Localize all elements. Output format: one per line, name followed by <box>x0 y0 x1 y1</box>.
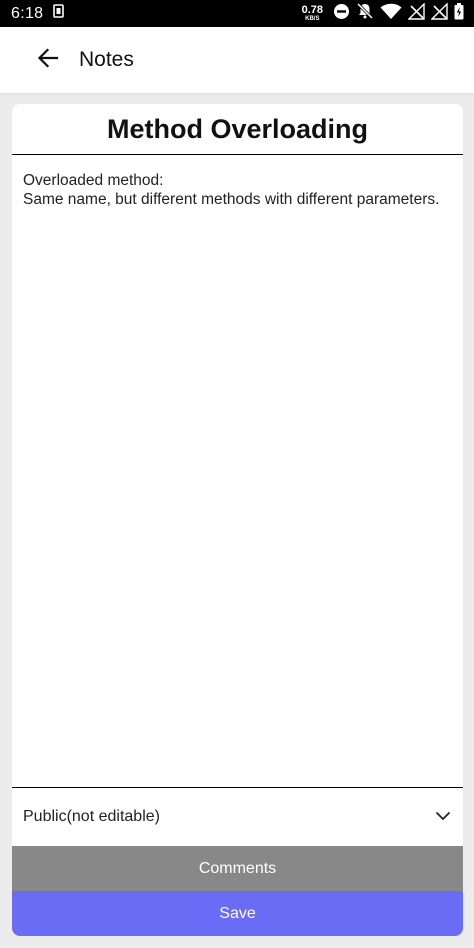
note-title[interactable]: Method Overloading <box>12 104 463 155</box>
mute-icon <box>356 2 374 25</box>
dnd-icon <box>333 3 350 25</box>
note-card: Method Overloading Overloaded method: Sa… <box>12 104 463 936</box>
battery-charging-icon <box>454 2 464 25</box>
net-speed-value: 0.78 <box>301 4 323 16</box>
visibility-dropdown[interactable]: Public(not editable) <box>12 788 463 846</box>
status-bar: 6:18 0.78 KB/S <box>0 0 474 27</box>
note-body[interactable]: Overloaded method: Same name, but differ… <box>12 155 463 788</box>
arrow-left-icon <box>37 47 59 73</box>
chevron-down-icon <box>435 808 451 826</box>
net-speed: 0.78 KB/S <box>301 4 323 23</box>
sim-icon <box>53 4 65 23</box>
back-button[interactable] <box>24 36 72 84</box>
status-left: 6:18 <box>11 4 65 23</box>
status-time: 6:18 <box>11 4 44 22</box>
status-right: 0.78 KB/S <box>301 1 464 25</box>
signal-off-icon <box>430 1 448 25</box>
app-bar: Notes <box>0 27 474 93</box>
net-speed-unit: KB/S <box>305 16 320 22</box>
visibility-selected-value: Public(not editable) <box>23 808 160 825</box>
comments-button[interactable]: Comments <box>12 846 463 891</box>
wifi-icon <box>380 3 402 25</box>
save-button[interactable]: Save <box>12 891 463 936</box>
page-title: Notes <box>79 48 134 71</box>
signal-off-icon <box>407 1 425 25</box>
